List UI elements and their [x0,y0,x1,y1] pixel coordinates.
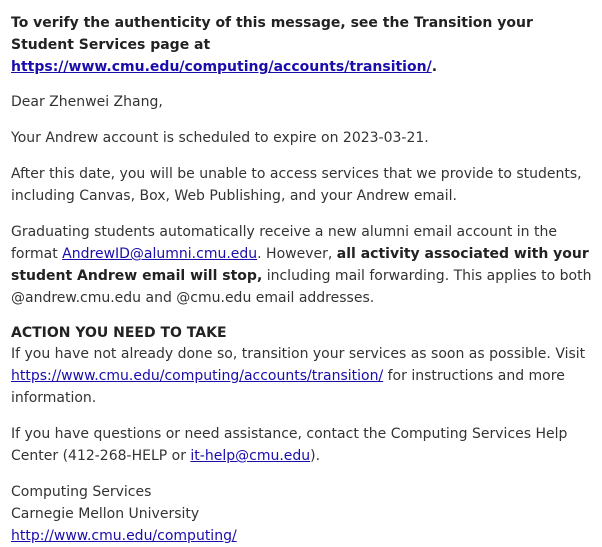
alumni-text-mid: . However, [257,246,337,262]
signature: Computing Services Carnegie Mellon Unive… [11,481,596,547]
help-text-end: ). [310,448,321,464]
alumni-paragraph: Graduating students automatically receiv… [11,221,596,309]
greeting: Dear Zhenwei Zhang, [11,94,163,110]
signature-org: Computing Services [11,484,152,500]
verification-notice: To verify the authenticity of this messa… [11,12,596,78]
expiry-notice: Your Andrew account is scheduled to expi… [11,130,429,146]
notice-period: . [431,59,438,75]
signature-university: Carnegie Mellon University [11,506,200,522]
action-heading: ACTION YOU NEED TO TAKE [11,325,227,341]
action-text: If you have not already done so, transit… [11,346,586,362]
action-paragraph: If you have not already done so, transit… [11,343,596,409]
action-transition-link[interactable]: https://www.cmu.edu/computing/accounts/t… [11,368,383,384]
notice-text: To verify the authenticity of this messa… [11,15,533,53]
it-help-email-link[interactable]: it-help@cmu.edu [190,448,310,464]
email-body: To verify the authenticity of this messa… [11,12,596,547]
after-date-paragraph: After this date, you will be unable to a… [11,166,582,204]
alumni-email-link[interactable]: AndrewID@alumni.cmu.edu [62,246,257,262]
transition-link[interactable]: https://www.cmu.edu/computing/accounts/t… [11,59,432,75]
computing-website-link[interactable]: http://www.cmu.edu/computing/ [11,528,237,544]
help-paragraph: If you have questions or need assistance… [11,423,596,467]
